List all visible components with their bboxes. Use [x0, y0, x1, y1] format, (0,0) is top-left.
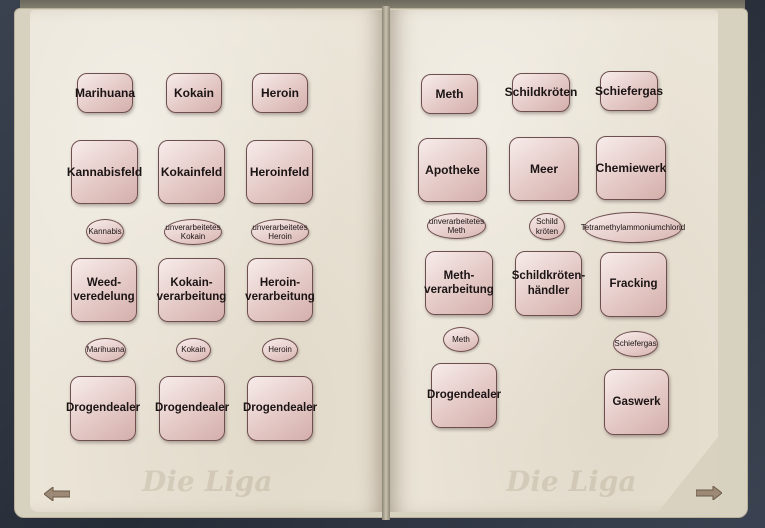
processor-heroinverarbeitung[interactable]: Heroin- verarbeitung [245, 258, 315, 322]
dealer-label: Drogendealer [426, 389, 502, 402]
processor-fracking[interactable]: Fracking [600, 252, 667, 317]
processor-label: Weed- veredelung [73, 276, 135, 303]
product-schildkroeten[interactable]: Schildkröten [505, 73, 577, 112]
processor-kokainverarbeitung[interactable]: Kokain- verarbeitung [156, 258, 227, 322]
dealer-label: Drogendealer [154, 402, 230, 415]
source-apotheke[interactable]: Apotheke [418, 138, 487, 202]
product-label: Heroin [260, 85, 299, 100]
item-meth[interactable]: Meth [443, 327, 479, 352]
item-kokain[interactable]: Kokain [176, 338, 211, 362]
product-label: Schiefergas [594, 83, 664, 98]
product-kokain[interactable]: Kokain [166, 73, 222, 113]
item-schildkroeten[interactable]: Schild kröten [529, 213, 565, 240]
item-marihuana[interactable]: Marihuana [85, 338, 126, 362]
item-label: unverarbeitetes Meth [428, 216, 485, 235]
item-label: unverarbeitetes Kokain [165, 222, 221, 241]
item-label: Heroin [268, 345, 292, 355]
item-label: Marihuana [86, 345, 125, 355]
dealer-drogendealer-2[interactable]: Drogendealer [155, 376, 229, 441]
product-label: Meth [435, 86, 464, 101]
product-label: Marihuana [75, 85, 136, 100]
source-meer[interactable]: Meer [509, 137, 579, 201]
dealer-drogendealer-1[interactable]: Drogendealer [66, 376, 140, 441]
dealer-label: Drogendealer [65, 402, 141, 415]
arrow-left-icon[interactable] [44, 487, 70, 501]
arrow-right-icon[interactable] [696, 486, 722, 500]
product-label: Schildkröten [504, 85, 578, 99]
processor-label: Kokain- verarbeitung [156, 276, 227, 303]
dealer-drogendealer-4[interactable]: Drogendealer [427, 363, 501, 428]
source-heroinfeld[interactable]: Heroinfeld [246, 140, 313, 204]
item-label: Meth [452, 334, 470, 344]
source-label: Chemiewerk [595, 160, 667, 175]
item-label: Tetramethylammoniumchlorid [580, 222, 686, 232]
right-watermark: Die Liga [506, 465, 637, 498]
product-schiefergas[interactable]: Schiefergas [595, 71, 663, 111]
page-curl [658, 437, 718, 512]
source-kannabisfeld[interactable]: Kannabisfeld [67, 140, 142, 204]
item-label: Kannabis [88, 226, 122, 236]
dealer-drogendealer-3[interactable]: Drogendealer [243, 376, 317, 441]
item-kannabis[interactable]: Kannabis [86, 219, 124, 244]
item-label: Schiefergas [614, 339, 657, 349]
item-label: Kokain [181, 345, 206, 355]
item-unverarbeitetes-meth[interactable]: unverarbeitetes Meth [427, 213, 486, 239]
source-chemiewerk[interactable]: Chemiewerk [596, 136, 666, 200]
processor-methverarbeitung[interactable]: Meth- verarbeitung [424, 251, 494, 315]
processor-label: Heroin- verarbeitung [245, 276, 315, 303]
item-tetramethylammoniumchlorid[interactable]: Tetramethylammoniumchlorid [580, 212, 686, 243]
processor-label: Fracking [609, 278, 658, 291]
dealer-label: Gaswerk [612, 395, 661, 408]
book-spine [382, 6, 390, 520]
processor-schildkroetenhaendler[interactable]: Schildkröten- händler [511, 251, 586, 316]
item-label: unverarbeitetes Heroin [252, 222, 308, 241]
dealer-label: Drogendealer [242, 402, 318, 415]
item-schiefergas[interactable]: Schiefergas [613, 331, 658, 357]
source-label: Apotheke [425, 162, 480, 177]
item-unverarbeitetes-kokain[interactable]: unverarbeitetes Kokain [164, 219, 222, 245]
item-unverarbeitetes-heroin[interactable]: unverarbeitetes Heroin [251, 219, 309, 245]
item-label: Schild kröten [535, 217, 559, 236]
product-label: Kokain [173, 85, 214, 100]
item-heroin[interactable]: Heroin [262, 338, 298, 362]
source-kokainfeld[interactable]: Kokainfeld [158, 140, 225, 204]
product-heroin[interactable]: Heroin [252, 73, 308, 113]
product-marihuana[interactable]: Marihuana [75, 73, 136, 113]
dealer-gaswerk[interactable]: Gaswerk [604, 369, 669, 435]
source-label: Heroinfeld [249, 164, 310, 179]
processor-label: Meth- verarbeitung [424, 269, 494, 296]
processor-weedveredelung[interactable]: Weed- veredelung [71, 258, 137, 322]
source-label: Kokainfeld [160, 164, 223, 179]
left-watermark: Die Liga [142, 465, 273, 498]
source-label: Kannabisfeld [66, 164, 143, 179]
source-label: Meer [529, 161, 558, 176]
product-meth[interactable]: Meth [421, 74, 478, 114]
processor-label: Schildkröten- händler [511, 270, 586, 297]
